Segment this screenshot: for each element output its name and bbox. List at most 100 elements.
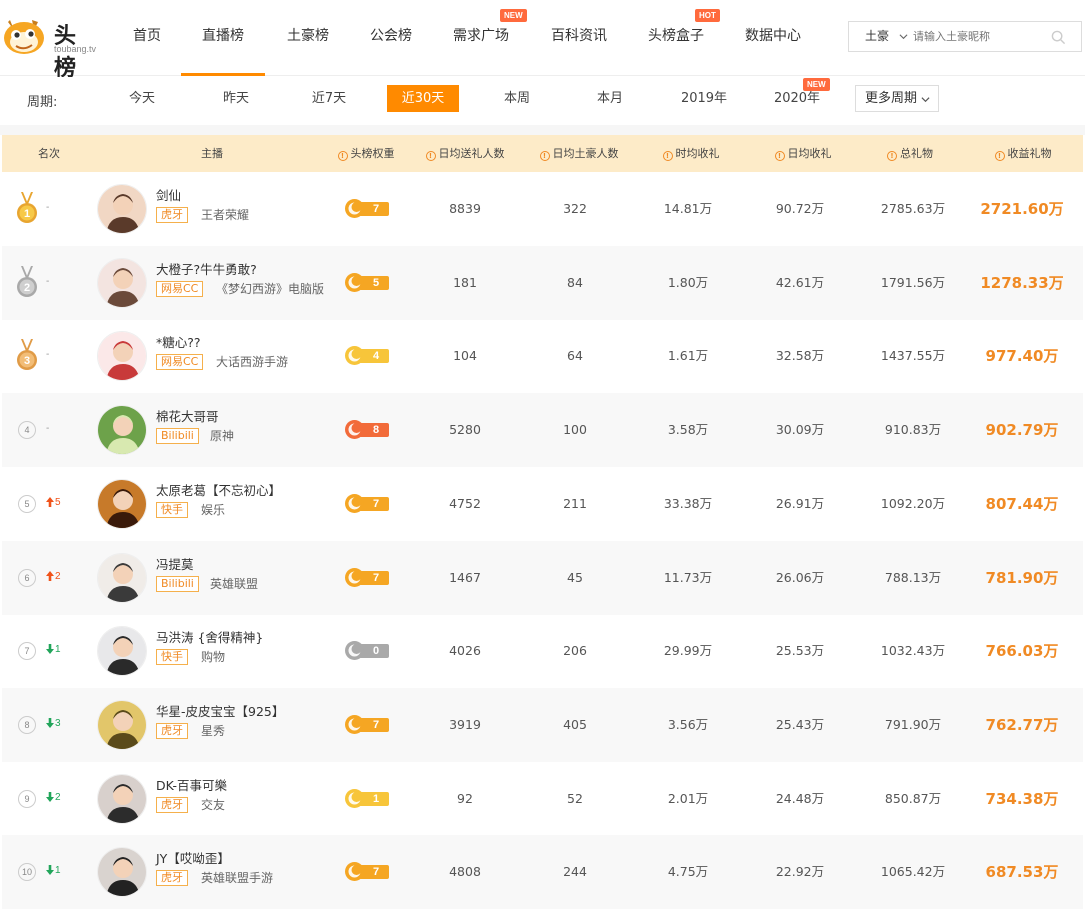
daily-gifts-cell: 25.53万 <box>775 643 825 659</box>
table-row[interactable]: 2 - 大橙子?牛牛勇敢? 网易CC 《梦幻西游》电脑版 5 181 84 1.80万 42.61… <box>2 245 1083 320</box>
period-yesterday[interactable]: 昨天 <box>206 85 266 112</box>
income-gifts-cell: 1278.33万 <box>980 273 1064 292</box>
avatar-image <box>98 553 146 602</box>
col-weight[interactable]: ! 头榜权重 <box>324 135 408 172</box>
anchor-name[interactable]: 剑仙 <box>156 185 181 204</box>
anchor-name[interactable]: 棉花大哥哥 <box>156 406 219 425</box>
info-icon[interactable]: ! <box>662 151 673 161</box>
col-income-gifts[interactable]: ! 收益礼物 <box>970 135 1076 172</box>
anchor-avatar[interactable] <box>97 257 147 308</box>
anchor-avatar[interactable] <box>97 626 147 677</box>
nav-label: 直播榜 <box>202 28 244 44</box>
period-7days[interactable]: 近7天 <box>299 85 359 112</box>
nav-guild-ranking[interactable]: 公会榜 <box>363 0 419 76</box>
rich-users-cell: 206 <box>563 643 587 659</box>
daily-gifts-cell: 32.58万 <box>775 348 825 364</box>
table-row[interactable]: 7 1 马洪涛 {舍得精神} 快手 购物 0 4026 206 29.99万 25.53万 1032… <box>2 614 1083 688</box>
table-row[interactable]: 4- 棉花大哥哥 Bilibili 原神 8 5280 100 3.58万 30.09万 910.… <box>2 393 1083 468</box>
nav-data-center[interactable]: 数据中心 <box>738 0 808 76</box>
col-label: 收益礼物 <box>1007 147 1052 160</box>
period-2019[interactable]: 2019年 <box>673 85 735 112</box>
anchor-avatar[interactable] <box>97 478 147 529</box>
period-this-month[interactable]: 本月 <box>580 85 640 112</box>
anchor-avatar[interactable] <box>97 331 147 382</box>
col-rich-users[interactable]: ! 日均土豪人数 <box>524 135 634 172</box>
gift-users-cell: 5280 <box>449 422 481 438</box>
anchor-avatar[interactable] <box>97 552 147 603</box>
trend-value: 3 <box>55 717 61 729</box>
gift-users-cell: 1467 <box>449 569 481 585</box>
more-periods-dropdown[interactable]: 更多周期 <box>855 85 939 112</box>
anchor-name[interactable]: 大橙子?牛牛勇敢? <box>156 259 257 278</box>
avatar-image <box>98 700 146 749</box>
rank-number: 5 <box>18 494 36 513</box>
logo-mascot-icon <box>4 20 44 54</box>
period-this-week[interactable]: 本周 <box>487 85 547 112</box>
new-badge: NEW <box>803 78 830 91</box>
col-hourly-gifts[interactable]: ! 时均收礼 <box>636 135 746 172</box>
col-label: 日均送礼人数 <box>438 147 505 160</box>
anchor-name[interactable]: DK-百事可樂 <box>156 775 227 794</box>
medal-rank: 2 <box>24 282 30 294</box>
rank-trend: - <box>46 348 49 362</box>
table-row[interactable]: 8 3 华星-皮皮宝宝【925】 虎牙 星秀 7 3919 405 3.56万 25.43万 791… <box>2 687 1083 762</box>
hot-badge: HOT <box>695 9 720 22</box>
chevron-down-icon[interactable] <box>899 32 908 41</box>
table-row[interactable]: 3 - *糖心?? 网易CC 大话西游手游 4 104 64 1.61万 32.58万 1437.5… <box>2 319 1083 393</box>
search-icon[interactable] <box>1051 30 1066 45</box>
nav-label: 需求广场 <box>453 28 509 44</box>
info-icon[interactable]: ! <box>337 151 348 161</box>
col-total-gifts[interactable]: ! 总礼物 <box>860 135 960 172</box>
nav-rich-ranking[interactable]: 土豪榜 <box>280 0 336 76</box>
rich-users-cell: 64 <box>567 348 583 364</box>
site-logo[interactable]: 头榜 toubang.tv <box>2 12 96 81</box>
anchor-name[interactable]: 冯提莫 <box>156 554 194 573</box>
col-daily-gifts[interactable]: ! 日均收礼 <box>748 135 858 172</box>
anchor-avatar[interactable] <box>97 773 147 824</box>
total-gifts-cell: 1437.55万 <box>880 348 946 364</box>
col-gift-users[interactable]: ! 日均送礼人数 <box>410 135 520 172</box>
rank-trend: 2 <box>46 791 61 805</box>
platform-tag: 虎牙 <box>156 870 188 887</box>
anchor-name[interactable]: *糖心?? <box>156 332 201 351</box>
anchor-name[interactable]: 太原老葛【不忘初心】 <box>156 480 281 499</box>
avatar-image <box>98 258 146 307</box>
game-category: 英雄联盟手游 <box>201 871 274 886</box>
table-row[interactable]: 5 5 太原老葛【不忘初心】 快手 娱乐 7 4752 211 33.38万 26.91万 1092… <box>2 467 1083 541</box>
more-periods-label: 更多周期 <box>865 91 918 106</box>
info-icon[interactable]: ! <box>994 151 1005 161</box>
weight-badge: 1 <box>345 788 389 808</box>
gift-users-cell: 4026 <box>449 643 481 659</box>
anchor-name[interactable]: 马洪涛 {舍得精神} <box>156 627 263 646</box>
info-icon[interactable]: ! <box>774 151 785 161</box>
anchor-avatar[interactable] <box>97 699 147 750</box>
period-today[interactable]: 今天 <box>112 85 172 112</box>
nav-label: 头榜盒子 <box>648 28 704 44</box>
nav-live-ranking[interactable]: 直播榜 <box>181 0 265 76</box>
trend-value: 1 <box>55 865 61 877</box>
table-row[interactable]: 1 - 剑仙 虎牙 王者荣耀 7 8839 322 14.81万 90.72万 2785.63万 27… <box>2 172 1083 246</box>
nav-encyclopedia[interactable]: 百科资讯 <box>544 0 614 76</box>
anchor-name[interactable]: JY【哎呦歪】 <box>156 848 230 867</box>
info-icon[interactable]: ! <box>539 151 550 161</box>
search-input[interactable] <box>913 26 1053 47</box>
info-icon[interactable]: ! <box>887 151 897 161</box>
table-row[interactable]: 6 2 冯提莫 Bilibili 英雄联盟 7 1467 45 11.73万 26.06万 788.… <box>2 540 1083 615</box>
anchor-name[interactable]: 华星-皮皮宝宝【925】 <box>156 701 284 720</box>
table-row[interactable]: 9 2 DK-百事可樂 虎牙 交友 1 92 52 2.01万 24.48万 850.87万 734.… <box>2 762 1083 836</box>
weight-badge: 0 <box>345 641 389 661</box>
anchor-avatar[interactable] <box>97 405 147 456</box>
total-gifts-cell: 788.13万 <box>884 569 942 585</box>
nav-home[interactable]: 首页 <box>128 0 166 76</box>
period-30days[interactable]: 近30天 <box>387 85 459 112</box>
search-scope-select[interactable]: 土豪 <box>865 22 889 51</box>
anchor-avatar[interactable] <box>97 847 147 898</box>
rank-number: 10 <box>18 863 36 882</box>
info-icon[interactable]: ! <box>425 151 436 161</box>
anchor-avatar[interactable] <box>97 184 147 234</box>
platform-tag: 虎牙 <box>156 207 188 223</box>
daily-gifts-cell: 22.92万 <box>775 864 825 880</box>
nav-label: 首页 <box>133 28 161 44</box>
total-gifts-cell: 2785.63万 <box>880 201 946 216</box>
table-row[interactable]: 10 1 JY【哎呦歪】 虎牙 英雄联盟手游 7 4808 244 4.75万 22.92万 106… <box>2 835 1083 909</box>
